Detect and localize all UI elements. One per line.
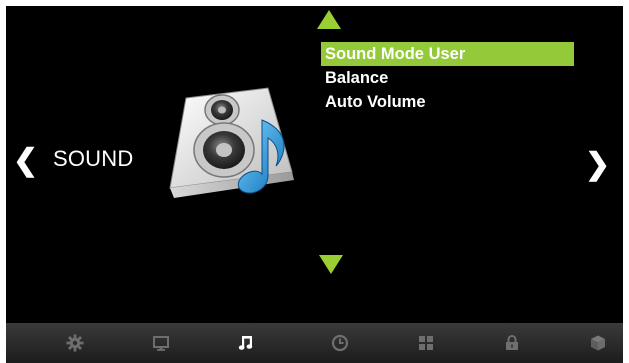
monitor-icon (153, 336, 169, 351)
gear-icon (66, 334, 84, 352)
tab-setup[interactable] (50, 323, 100, 363)
speaker-icon (169, 87, 294, 198)
scroll-up-arrow-icon[interactable] (317, 10, 341, 29)
menu-item-balance[interactable]: Balance (321, 66, 574, 90)
music-note-icon (238, 336, 253, 350)
category-title: SOUND (53, 146, 134, 171)
grid-icon (419, 336, 433, 350)
menu-item-sound-mode[interactable]: Sound Mode User (321, 42, 574, 66)
category-tab-bar (6, 323, 623, 363)
tab-time[interactable] (315, 323, 365, 363)
clock-icon (331, 334, 349, 352)
sound-menu-list: Sound Mode User Balance Auto Volume (321, 42, 574, 114)
scroll-down-arrow-icon[interactable] (319, 255, 343, 274)
tab-lock[interactable] (487, 323, 537, 363)
lock-icon (506, 335, 518, 350)
tab-picture[interactable] (136, 323, 186, 363)
tab-sound[interactable] (221, 323, 271, 363)
tv-menu-screen: ❮ ❯ SOUND Sound Mode User Balance Auto V… (0, 0, 629, 363)
menu-item-auto-volume[interactable]: Auto Volume (321, 90, 574, 114)
nav-right-arrow-icon[interactable]: ❯ (585, 150, 610, 180)
tab-option[interactable] (401, 323, 451, 363)
nav-left-arrow-icon[interactable]: ❮ (13, 146, 38, 176)
cube-icon (591, 335, 605, 351)
tab-usb[interactable] (573, 323, 623, 363)
